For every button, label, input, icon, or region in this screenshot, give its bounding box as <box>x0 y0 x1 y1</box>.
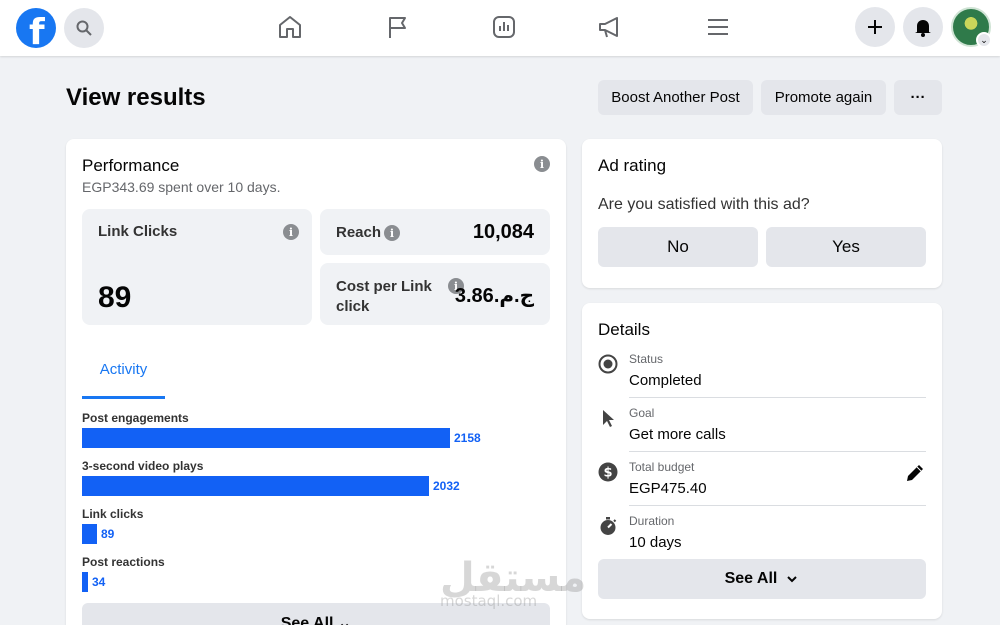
boost-another-post-button[interactable]: Boost Another Post <box>598 80 753 115</box>
stopwatch-icon <box>598 516 618 536</box>
divider <box>629 505 926 506</box>
divider <box>629 397 926 398</box>
see-all-details-button[interactable]: See All <box>598 559 926 599</box>
reach-value: 10,084 <box>472 221 534 243</box>
activity-bar-value: 2158 <box>454 431 481 445</box>
activity-bar-value: 2032 <box>433 479 460 493</box>
cost-per-click-label: Cost per Link click <box>336 278 432 315</box>
activity-bar-label: Post reactions <box>82 555 165 569</box>
more-options-button[interactable]: ··· <box>894 80 942 115</box>
link-clicks-label: Link Clicks <box>98 223 178 240</box>
yes-button[interactable]: Yes <box>766 227 926 267</box>
cost-per-click-value: ج.م.3.86 <box>454 285 534 307</box>
edit-budget-button[interactable] <box>904 462 926 484</box>
ad-rating-card: Ad rating Are you satisfied with this ad… <box>582 139 942 288</box>
performance-title: Performance <box>82 156 180 175</box>
status-value: Completed <box>629 372 702 389</box>
info-icon[interactable]: i <box>534 156 550 172</box>
no-button[interactable]: No <box>598 227 758 267</box>
status-icon <box>598 354 618 374</box>
see-all-details-label: See All <box>724 570 778 587</box>
divider <box>629 451 926 452</box>
megaphone-icon <box>599 17 618 38</box>
reach-label: Reach <box>336 224 382 241</box>
facebook-logo[interactable]: f <box>16 8 56 53</box>
ad-rating-question: Are you satisfied with this ad? <box>598 196 810 213</box>
search-button[interactable] <box>64 8 104 48</box>
goal-value: Get more calls <box>629 426 726 443</box>
plus-icon <box>868 20 882 34</box>
performance-subtitle: EGP343.69 spent over 10 days. <box>82 179 281 195</box>
menu-nav-button[interactable] <box>703 12 733 42</box>
details-title: Details <box>598 320 650 339</box>
activity-bar-label: Link clicks <box>82 507 144 521</box>
activity-bar-value: 34 <box>92 575 106 589</box>
top-navigation-bar: f ⌄ <box>0 0 1000 56</box>
pages-nav-button[interactable] <box>383 12 413 42</box>
activity-bar-value: 89 <box>101 527 115 541</box>
activity-bar-label: 3-second video plays <box>82 459 204 473</box>
info-icon[interactable]: i <box>283 224 299 240</box>
home-nav-button[interactable] <box>275 12 305 42</box>
svg-text:$: $ <box>603 466 612 481</box>
cost-per-click-metric: Cost per Link click i ج.م.3.86 <box>320 263 550 325</box>
ads-nav-button[interactable] <box>595 12 625 42</box>
create-button[interactable] <box>855 7 895 47</box>
home-icon <box>279 16 301 38</box>
activity-bar <box>82 524 97 544</box>
dollar-icon: $ <box>598 462 618 482</box>
bell-icon <box>915 20 931 37</box>
link-clicks-value: 89 <box>98 281 132 314</box>
total-budget-value: EGP475.40 <box>629 480 707 497</box>
flag-icon <box>389 17 406 38</box>
performance-card: Performance i EGP343.69 spent over 10 da… <box>66 139 566 625</box>
hamburger-menu-icon <box>708 19 728 35</box>
reach-metric: Reach i 10,084 <box>320 209 550 255</box>
duration-value: 10 days <box>629 534 682 551</box>
tab-activity[interactable]: Activity <box>82 361 165 399</box>
info-icon[interactable]: i <box>384 225 400 241</box>
search-icon <box>76 20 92 36</box>
activity-bar <box>82 476 429 496</box>
details-card: Details Status Completed Goal Get more c… <box>582 303 942 619</box>
status-label: Status <box>629 352 664 366</box>
total-budget-label: Total budget <box>629 460 695 474</box>
chart-icon <box>493 16 515 38</box>
ad-rating-title: Ad rating <box>598 156 667 175</box>
watermark-url: mostaql.com <box>440 592 538 610</box>
activity-bar-label: Post engagements <box>82 411 189 425</box>
link-clicks-metric: Link Clicks i 89 <box>82 209 312 325</box>
pencil-icon <box>907 465 923 481</box>
page-title: View results <box>66 84 206 111</box>
chevron-down-icon <box>787 576 798 583</box>
cursor-icon <box>598 408 618 428</box>
chevron-down-icon[interactable]: ⌄ <box>976 32 992 48</box>
activity-bar <box>82 428 450 448</box>
promote-again-button[interactable]: Promote again <box>761 80 886 115</box>
activity-bar <box>82 572 88 592</box>
duration-label: Duration <box>629 514 675 528</box>
insights-nav-button[interactable] <box>489 12 519 42</box>
goal-label: Goal <box>629 406 655 420</box>
notifications-button[interactable] <box>903 7 943 47</box>
